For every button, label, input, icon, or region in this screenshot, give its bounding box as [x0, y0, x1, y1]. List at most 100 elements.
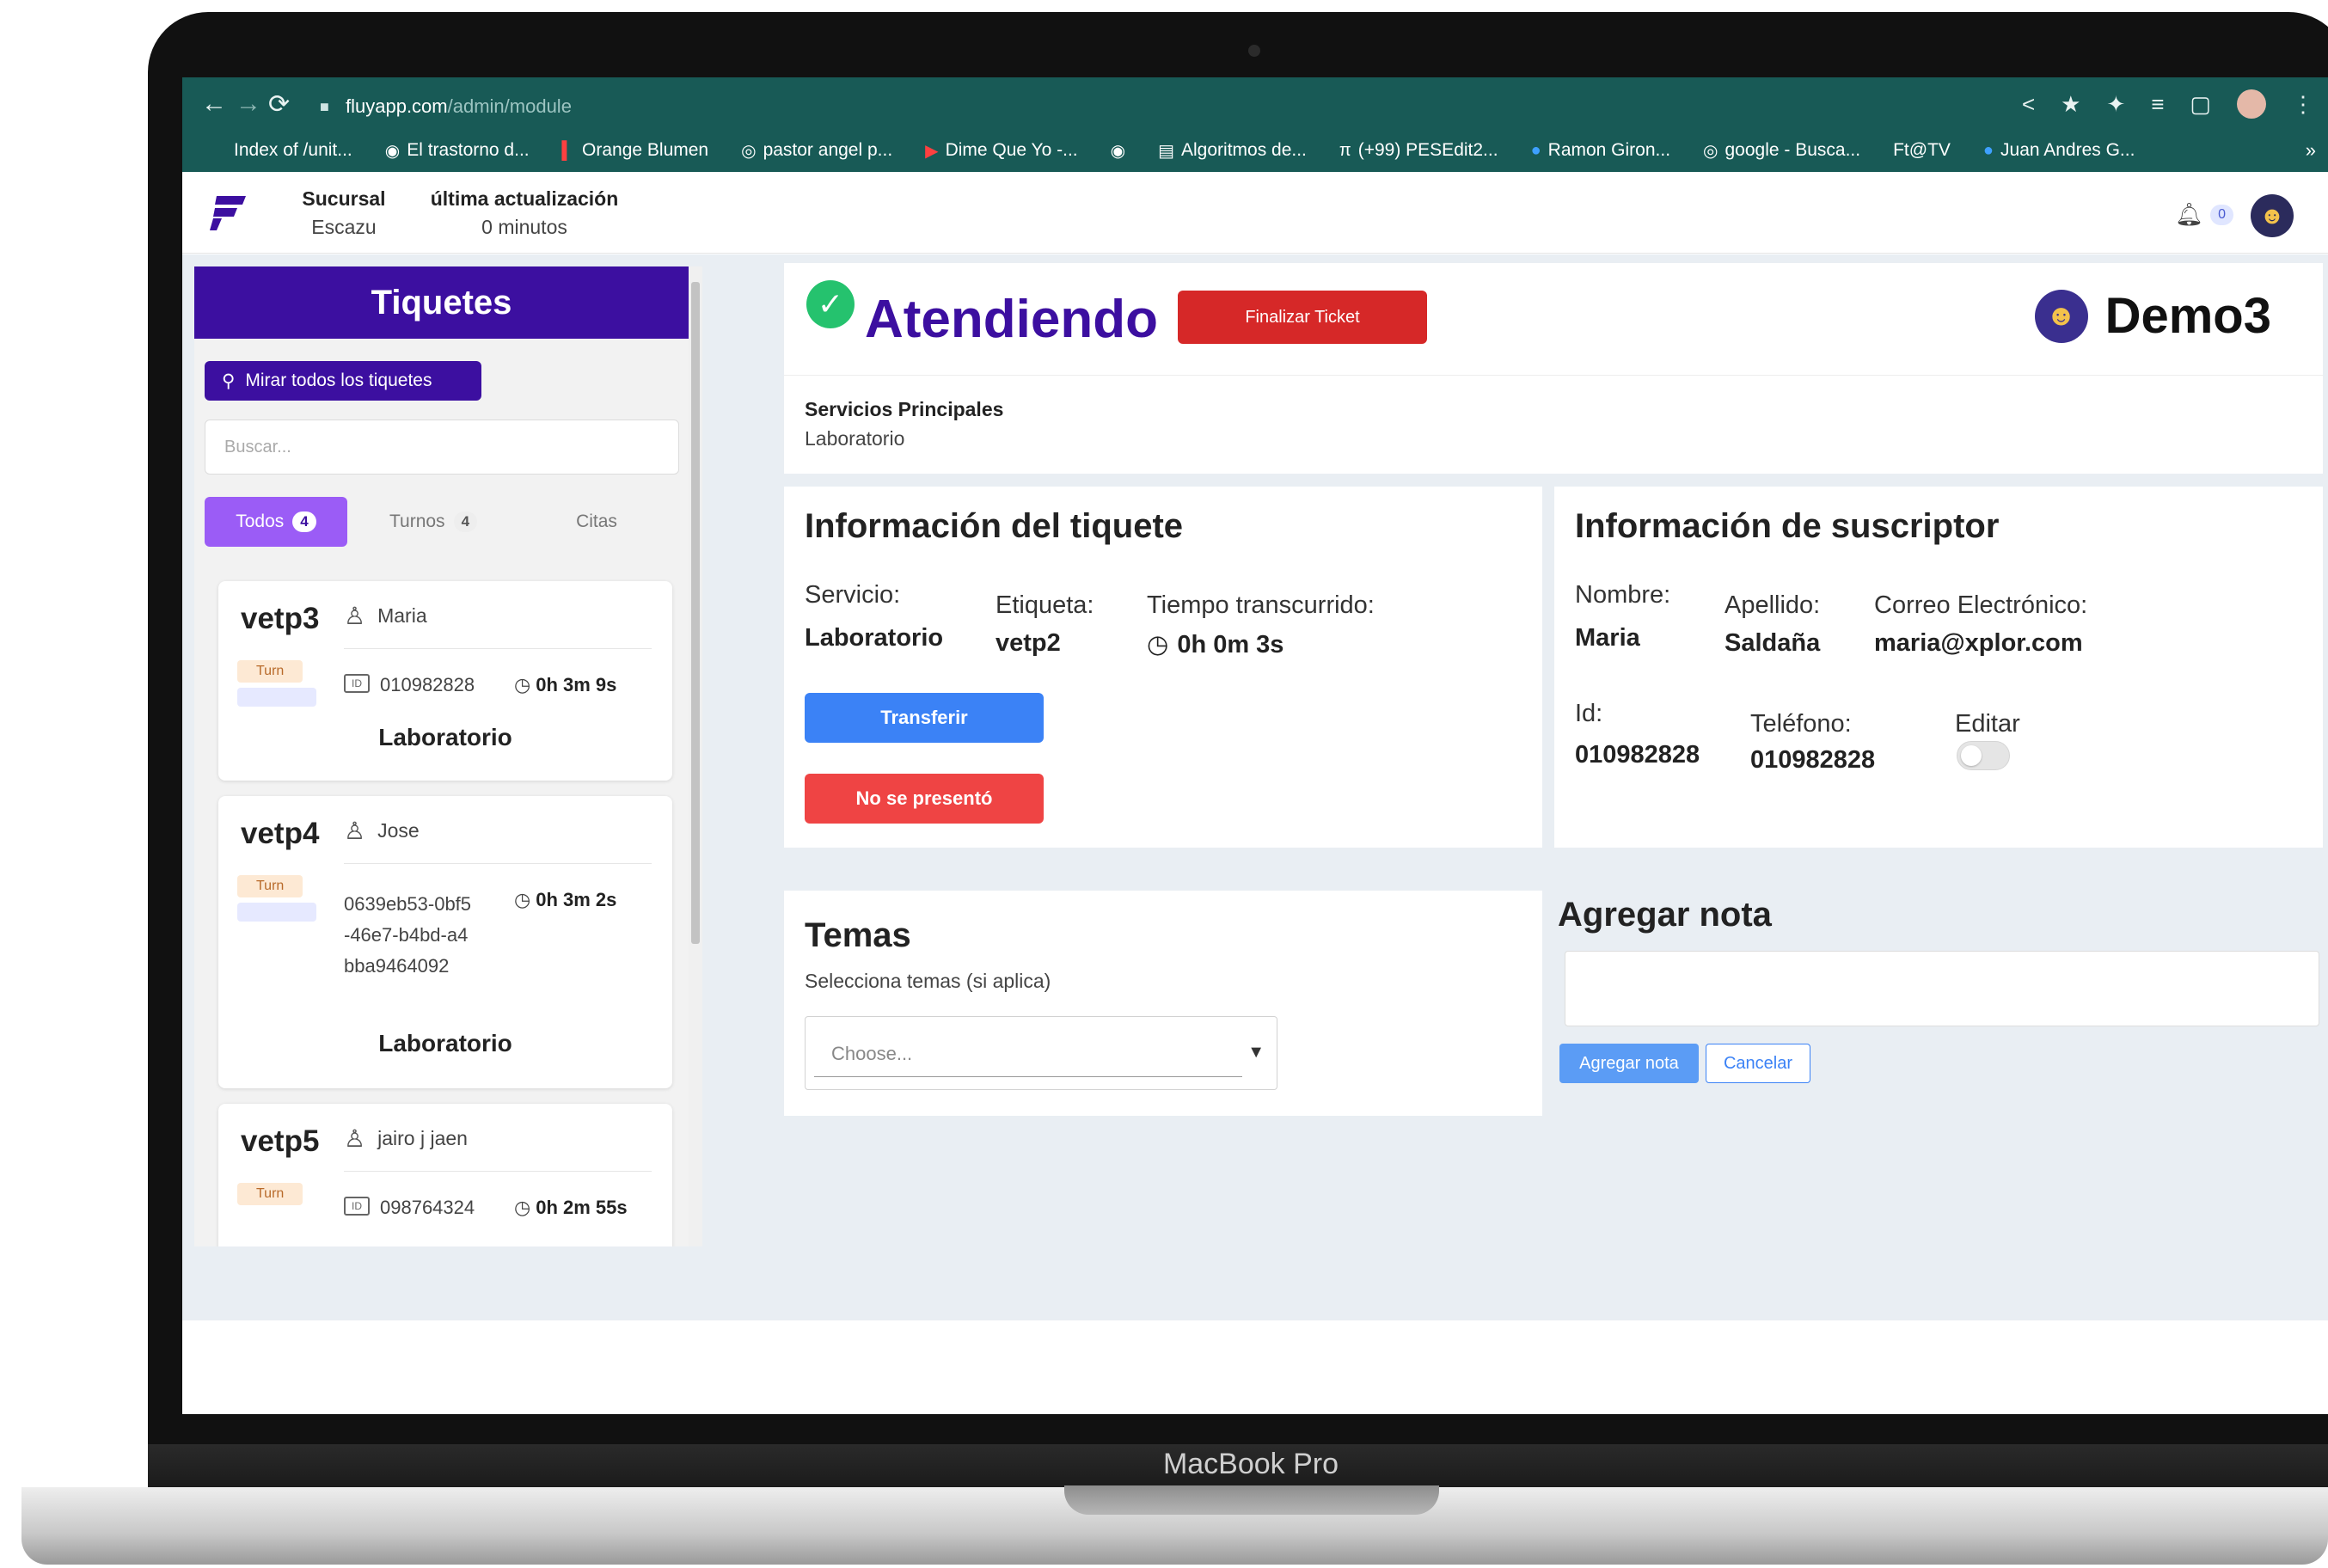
ticket-id-value: 010982828 [380, 674, 475, 695]
profile-avatar[interactable] [2237, 89, 2266, 119]
address-bar[interactable]: ■ fluyapp.com /admin/module [320, 88, 2082, 126]
tab-appointments[interactable]: Citas [519, 497, 674, 547]
bookmark-item[interactable]: π (+99) PESEdit2... [1339, 140, 1498, 161]
bookmark-item[interactable]: ◉ El trastorno d... [385, 140, 530, 162]
ticket-flag [237, 903, 316, 922]
laptop-notch [1064, 1485, 1439, 1515]
ticket-time: ◷ 0h 2m 55s [514, 1197, 628, 1219]
id-label: Id: [1575, 700, 1603, 727]
facebook-icon: ● [1530, 140, 1541, 160]
id-value: 010982828 [1575, 741, 1700, 769]
ticket-code: vetp5 [241, 1124, 320, 1158]
tab-label: Todos [236, 511, 285, 531]
ticket-time: ◷ 0h 3m 9s [514, 674, 616, 696]
ticket-id-value: 098764324 [380, 1197, 475, 1218]
globe-icon: ◉ [1110, 141, 1126, 161]
branch-value: Escazu [311, 216, 377, 238]
lastname-label: Apellido: [1725, 591, 1821, 619]
bookmark-item[interactable]: ◎ google - Busca... [1703, 140, 1860, 162]
extensions-icon[interactable]: ✦ [2106, 91, 2125, 118]
bookmark-item[interactable]: ● Juan Andres G... [1983, 140, 2135, 161]
scrollbar-thumb[interactable] [691, 282, 700, 944]
bookmark-item[interactable]: ▤ Algoritmos de... [1158, 140, 1307, 162]
camera-dot [1248, 45, 1260, 57]
ticket-info-title: Información del tiquete [805, 507, 1184, 545]
google-icon: ◎ [1703, 141, 1718, 161]
topics-card: Temas Selecciona temas (si aplica) Choos… [784, 891, 1542, 1116]
ticket-flag [237, 688, 316, 707]
notifications[interactable]: 🔔︎ 0 [2175, 201, 2233, 228]
add-note-button[interactable]: Agregar nota [1559, 1044, 1699, 1083]
ticket-id: ID 098764324 [344, 1197, 475, 1219]
bookmark-item[interactable]: ▶ Dime Que Yo -... [925, 140, 1077, 162]
window-icon[interactable]: ▢ [2190, 91, 2211, 118]
bar-icon: ▍ [561, 141, 576, 161]
app-logo-icon[interactable] [210, 193, 246, 230]
elapsed-value: ◷ 0h 0m 3s [1147, 629, 1283, 659]
ticket-service: Laboratorio [378, 1030, 512, 1057]
reload-icon[interactable]: ⟳ [268, 89, 290, 119]
topics-select[interactable]: Choose... ▼ [805, 1016, 1277, 1090]
view-all-label: Mirar todos los tiquetes [245, 371, 432, 390]
search-input[interactable] [205, 420, 679, 475]
tab-count: 4 [453, 511, 478, 532]
no-show-button[interactable]: No se presentó [805, 774, 1044, 824]
user-avatar[interactable]: ☻ [2251, 194, 2294, 237]
bookmark-item[interactable]: Ft@TV [1893, 140, 1951, 161]
ticket-code: vetp4 [241, 817, 320, 850]
url-host: fluyapp.com [346, 95, 448, 117]
youtube-icon: ▶ [925, 141, 939, 161]
clock-icon: ◷ [514, 889, 531, 910]
cancel-note-button[interactable]: Cancelar [1706, 1044, 1810, 1083]
sidebar-scrollbar[interactable] [689, 266, 702, 1246]
facebook-icon: ● [1982, 140, 1994, 160]
ticket-name: Maria [377, 604, 427, 627]
tickets-sidebar: Tiquetes ⚲ Mirar todos los tiquetes Todo… [194, 266, 689, 1246]
globe-icon: ◉ [384, 141, 401, 161]
forward-icon[interactable]: → [236, 89, 261, 119]
note-title: Agregar nota [1558, 896, 1772, 934]
bookmark-item[interactable]: Index of /unit... [227, 140, 352, 161]
app-header: Sucursal Escazu última actualización 0 m… [182, 172, 2328, 254]
notification-count: 0 [2210, 204, 2233, 225]
finish-ticket-button[interactable]: Finalizar Ticket [1178, 291, 1427, 344]
note-textarea[interactable] [1565, 951, 2319, 1026]
screen-blank-area [182, 1320, 2328, 1414]
search-icon: ⚲ [222, 371, 236, 391]
ticket-list: vetp3 ♙ Maria Turn ID 010982828 ◷ 0h 3m … [218, 581, 672, 1246]
bookmark-item[interactable]: ▍ Orange Blumen [562, 140, 708, 162]
topics-help: Selecciona temas (si aplica) [805, 970, 1051, 992]
user-icon: ♙ [344, 818, 366, 844]
lock-icon: ■ [320, 97, 329, 115]
view-all-tickets-button[interactable]: ⚲ Mirar todos los tiquetes [205, 361, 481, 401]
tenant-avatar: ☻ [2034, 289, 2088, 343]
bookmark-item[interactable]: ◎ pastor angel p... [741, 140, 892, 162]
menu-icon[interactable]: ⋮ [2292, 91, 2314, 118]
bell-icon[interactable]: 🔔︎ [2175, 201, 2203, 228]
bookmark-item[interactable]: ● Ramon Giron... [1531, 140, 1670, 161]
divider [344, 863, 652, 864]
bookmarks-overflow-icon[interactable]: » [2306, 139, 2316, 162]
ticket-id-value: 0639eb53-0bf5-46e7-b4bd-a4bba9464092 [344, 893, 472, 977]
transfer-button[interactable]: Transferir [805, 693, 1044, 743]
share-icon[interactable]: < [2022, 91, 2035, 118]
ticket-name: jairo j jaen [377, 1127, 468, 1149]
back-icon[interactable]: ← [201, 89, 227, 119]
topics-placeholder: Choose... [831, 1043, 913, 1064]
edit-toggle[interactable] [1957, 741, 2010, 770]
ticket-card[interactable]: vetp3 ♙ Maria Turn ID 010982828 ◷ 0h 3m … [218, 581, 672, 781]
ticket-card[interactable]: vetp5 ♙ jairo j jaen Turn ID 098764324 ◷… [218, 1104, 672, 1246]
star-icon[interactable]: ★ [2061, 91, 2080, 118]
bookmark-item[interactable]: ◉ [1111, 140, 1125, 162]
ticket-card[interactable]: vetp4 ♙ Jose Turn 0639eb53-0bf5-46e7-b4b… [218, 796, 672, 1088]
reading-list-icon[interactable]: ≡ [2151, 91, 2164, 118]
check-circle-icon: ✓ [806, 280, 855, 328]
tab-turns[interactable]: Turnos 4 [347, 497, 519, 547]
topics-title: Temas [805, 916, 911, 954]
ticket-info-card: Información del tiquete Servicio: Labora… [784, 487, 1542, 848]
tab-all[interactable]: Todos 4 [205, 497, 347, 547]
ticket-type-badge: Turn [237, 875, 303, 897]
ticket-person: ♙ Maria [344, 602, 427, 630]
name-value: Maria [1575, 624, 1640, 652]
ticket-name: Jose [377, 819, 420, 842]
